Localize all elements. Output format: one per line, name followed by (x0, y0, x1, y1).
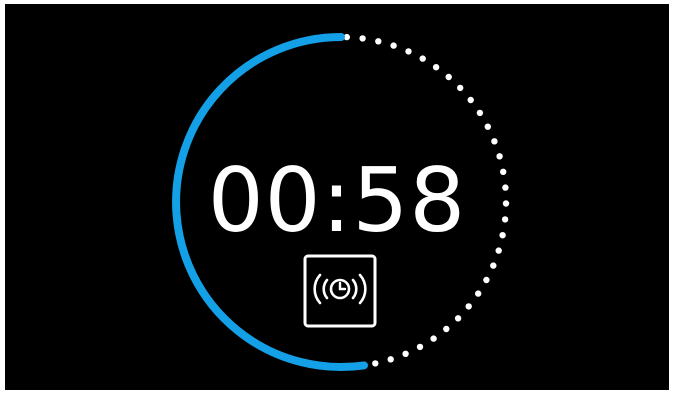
elapsed-dot (430, 335, 437, 342)
elapsed-dot (484, 123, 491, 130)
elapsed-dot (465, 303, 472, 310)
elapsed-dot (405, 48, 412, 55)
elapsed-dot (390, 42, 397, 49)
elapsed-dot (475, 290, 482, 297)
alarm-clock-vibration-icon[interactable] (303, 254, 377, 328)
elapsed-dot (416, 343, 424, 351)
elapsed-dot (490, 262, 497, 269)
elapsed-dot (483, 276, 490, 284)
elapsed-dot (445, 73, 452, 81)
elapsed-dot (454, 315, 462, 322)
elapsed-dot (457, 84, 464, 92)
elapsed-dot (419, 55, 426, 62)
elapsed-dot (402, 350, 409, 357)
elapsed-dot (359, 35, 366, 42)
elapsed-dot (467, 96, 474, 104)
elapsed-dot (372, 360, 379, 367)
elapsed-dot (375, 38, 382, 45)
elapsed-dot (443, 325, 450, 333)
elapsed-dot (432, 64, 440, 71)
elapsed-dot (387, 356, 394, 363)
time-remaining: 00:58 (207, 149, 467, 252)
timer-screen: 00:58 (5, 4, 669, 390)
elapsed-dot (491, 138, 498, 145)
elapsed-dot (476, 109, 484, 117)
